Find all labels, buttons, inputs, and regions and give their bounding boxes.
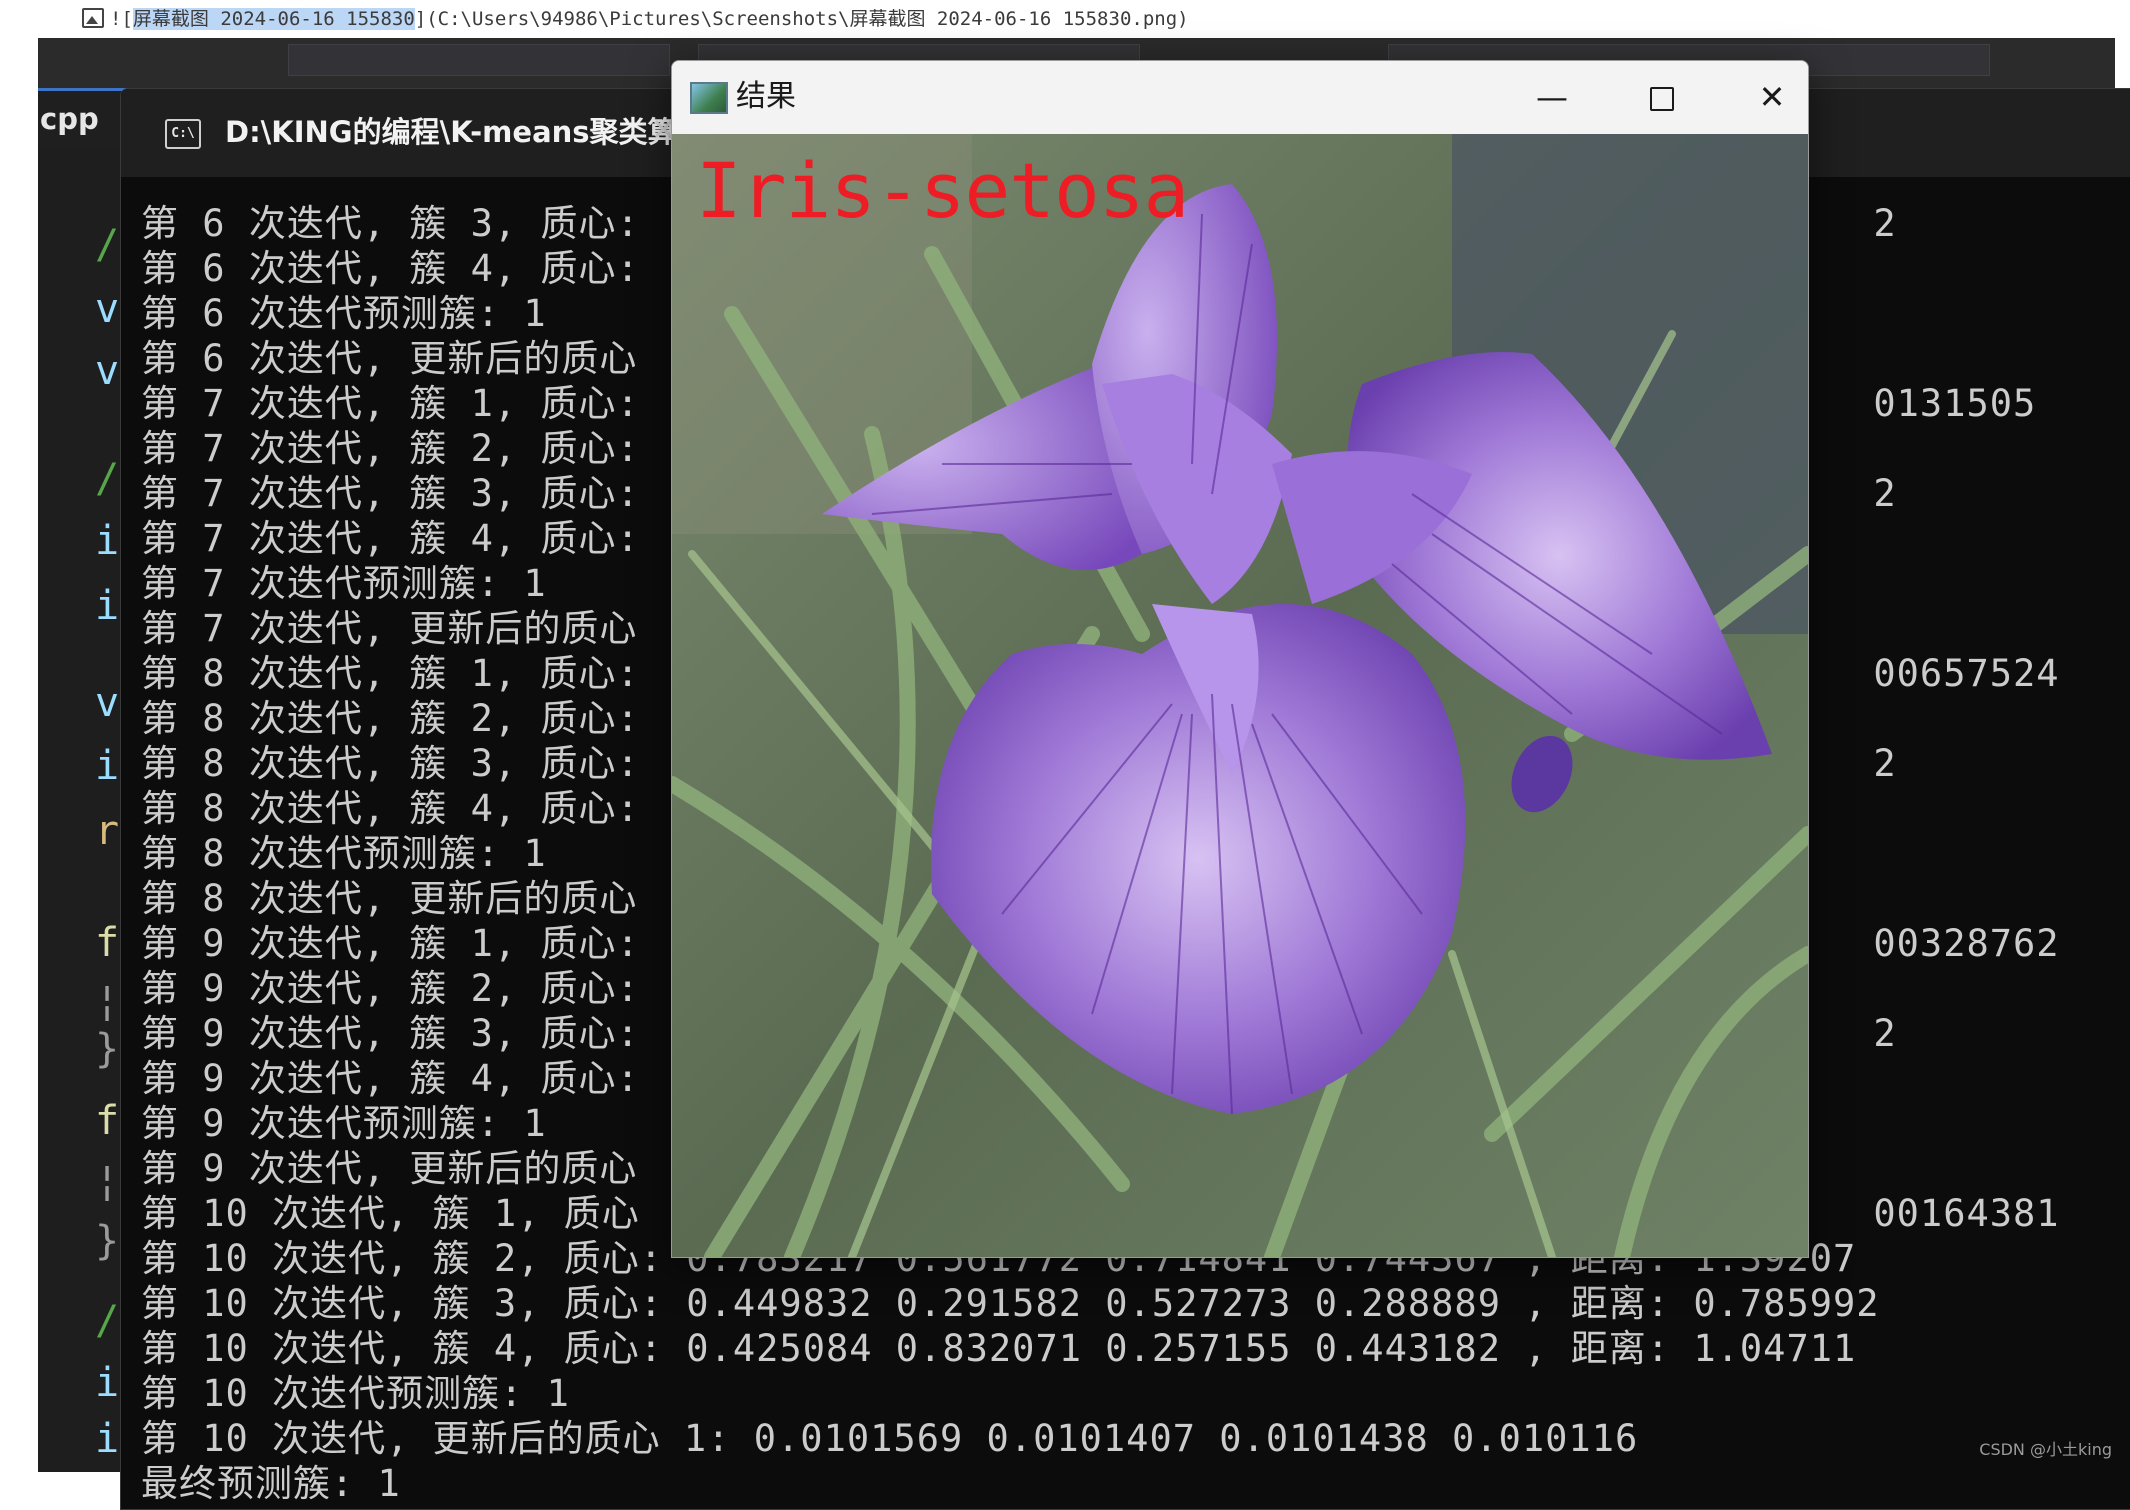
toolbar-dropdown[interactable] xyxy=(288,44,670,76)
gutter-code-char: f xyxy=(95,920,120,966)
close-button[interactable]: ✕ xyxy=(1740,75,1804,119)
gutter-code-char: ¦ xyxy=(95,978,120,1024)
gutter-code-char: i xyxy=(95,1416,120,1462)
code-gutter: / v v / i i v i r f ¦} f ¦} / i i xyxy=(38,188,120,1472)
markdown-prefix: ![ xyxy=(110,8,133,30)
terminal-icon: C:\ xyxy=(165,119,201,149)
watermark: CSDN @小土king xyxy=(1979,1440,2112,1459)
gutter-code-char: / xyxy=(95,1298,120,1344)
console-line: 第 10 次迭代, 簇 4, 质心: 0.425084 0.832071 0.2… xyxy=(141,1327,1857,1370)
result-title: 结果 xyxy=(736,79,796,114)
console-line: 第 10 次迭代, 簇 3, 质心: 0.449832 0.291582 0.5… xyxy=(141,1282,1880,1325)
gutter-code-char: i xyxy=(95,518,120,564)
console-title: D:\KING的编程\K-means聚类算 xyxy=(225,115,677,149)
gutter-code-char: ¦ xyxy=(95,1158,120,1204)
gutter-code-char: v xyxy=(95,680,120,726)
gutter-code-char: / xyxy=(95,222,120,268)
image-icon xyxy=(82,8,104,28)
console-line: 第 10 次迭代预测簇: 1 xyxy=(141,1372,570,1415)
console-line: 最终预测簇: 1 xyxy=(141,1462,401,1505)
maximize-button[interactable] xyxy=(1630,75,1694,119)
markdown-alt-text[interactable]: 屏幕截图 2024-06-16 155830 xyxy=(132,8,415,30)
gutter-code-char: } xyxy=(95,1218,120,1264)
maximize-icon xyxy=(1650,87,1674,111)
gutter-code-char: f xyxy=(95,1098,120,1144)
minimize-button[interactable]: — xyxy=(1520,75,1584,119)
gutter-code-char: i xyxy=(95,583,120,629)
iris-flower-image: Iris-setosa xyxy=(672,134,1808,1257)
result-window: 结果 — ✕ Iris-setosa xyxy=(671,60,1809,1258)
markdown-path: ](C:\Users\94986\Pictures\Screenshots\屏幕… xyxy=(414,8,1189,30)
image-viewer-icon xyxy=(690,82,728,114)
gutter-code-char: i xyxy=(95,743,120,789)
result-titlebar[interactable]: 结果 — ✕ xyxy=(672,61,1808,134)
gutter-code-char: i xyxy=(95,1360,120,1406)
prediction-label: Iris-setosa xyxy=(696,146,1189,235)
gutter-code-char: r xyxy=(95,808,120,854)
gutter-code-char: / xyxy=(95,456,120,502)
iris-flower-illustration xyxy=(672,134,1808,1257)
console-line: 第 10 次迭代, 更新后的质心 1: 0.0101569 0.0101407 … xyxy=(141,1417,1639,1460)
gutter-code-char: } xyxy=(95,1026,120,1072)
markdown-image-line: ![屏幕截图 2024-06-16 155830](C:\Users\94986… xyxy=(0,0,2130,38)
gutter-code-char: v xyxy=(95,348,120,394)
gutter-code-char: v xyxy=(95,286,120,332)
